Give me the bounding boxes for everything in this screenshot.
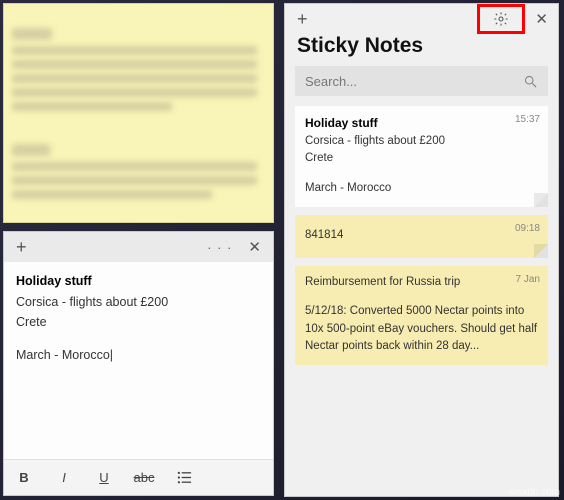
search-box[interactable] xyxy=(295,66,548,96)
watermark: wsxdn.com xyxy=(510,487,560,498)
close-app-button[interactable]: ✕ xyxy=(525,10,558,28)
italic-button[interactable]: I xyxy=(44,460,84,496)
editor-topbar: + · · · ✕ xyxy=(4,232,273,262)
note-card[interactable]: 15:37 Holiday stuff Corsica - flights ab… xyxy=(295,106,548,207)
search-icon xyxy=(523,74,538,89)
search-input[interactable] xyxy=(305,74,523,89)
note-card-line: March - Morocco xyxy=(305,180,538,197)
app-title: Sticky Notes xyxy=(285,34,558,66)
bullet-list-button[interactable] xyxy=(164,460,204,496)
sticky-notes-app: + ✕ Sticky Notes 15:37 Holiday stuff Cor… xyxy=(284,3,559,497)
note-card[interactable]: 09:18 841814 xyxy=(295,215,548,258)
note-card-title: Holiday stuff xyxy=(305,114,538,132)
strikethrough-button[interactable]: abc xyxy=(124,460,164,496)
note-card-line: Crete xyxy=(305,150,538,167)
note-card-line xyxy=(305,291,538,303)
notes-list: 15:37 Holiday stuff Corsica - flights ab… xyxy=(285,106,558,496)
note-title: Holiday stuff xyxy=(16,272,261,291)
new-note-button[interactable]: + xyxy=(10,237,33,258)
note-timestamp: 15:37 xyxy=(515,112,540,127)
note-line: Crete xyxy=(16,313,261,332)
close-note-button[interactable]: ✕ xyxy=(242,238,267,256)
note-card-line: 5/12/18: Converted 5000 Nectar points in… xyxy=(305,303,538,355)
note-line: Corsica - flights about £200 xyxy=(16,293,261,312)
format-toolbar: B I U abc xyxy=(4,459,273,495)
list-icon xyxy=(177,470,192,485)
app-topbar: + ✕ xyxy=(285,4,558,34)
legacy-yellow-note xyxy=(3,3,274,223)
add-note-button[interactable]: + xyxy=(291,9,314,30)
note-card-line: Corsica - flights about £200 xyxy=(305,133,538,150)
note-timestamp: 7 Jan xyxy=(516,272,540,287)
note-card-line: Reimbursement for Russia trip xyxy=(305,274,538,291)
note-body[interactable]: Holiday stuff Corsica - flights about £2… xyxy=(4,262,273,459)
gear-icon xyxy=(493,11,509,27)
note-line: March - Morocco xyxy=(16,346,261,365)
note-editor-window: + · · · ✕ Holiday stuff Corsica - flight… xyxy=(3,231,274,496)
note-timestamp: 09:18 xyxy=(515,221,540,236)
note-menu-button[interactable]: · · · xyxy=(201,240,238,255)
note-card-line xyxy=(305,168,538,180)
bold-button[interactable]: B xyxy=(4,460,44,496)
underline-button[interactable]: U xyxy=(84,460,124,496)
settings-button[interactable] xyxy=(477,4,525,34)
note-card-line: 841814 xyxy=(305,223,538,248)
note-card[interactable]: 7 Jan Reimbursement for Russia trip 5/12… xyxy=(295,266,548,365)
